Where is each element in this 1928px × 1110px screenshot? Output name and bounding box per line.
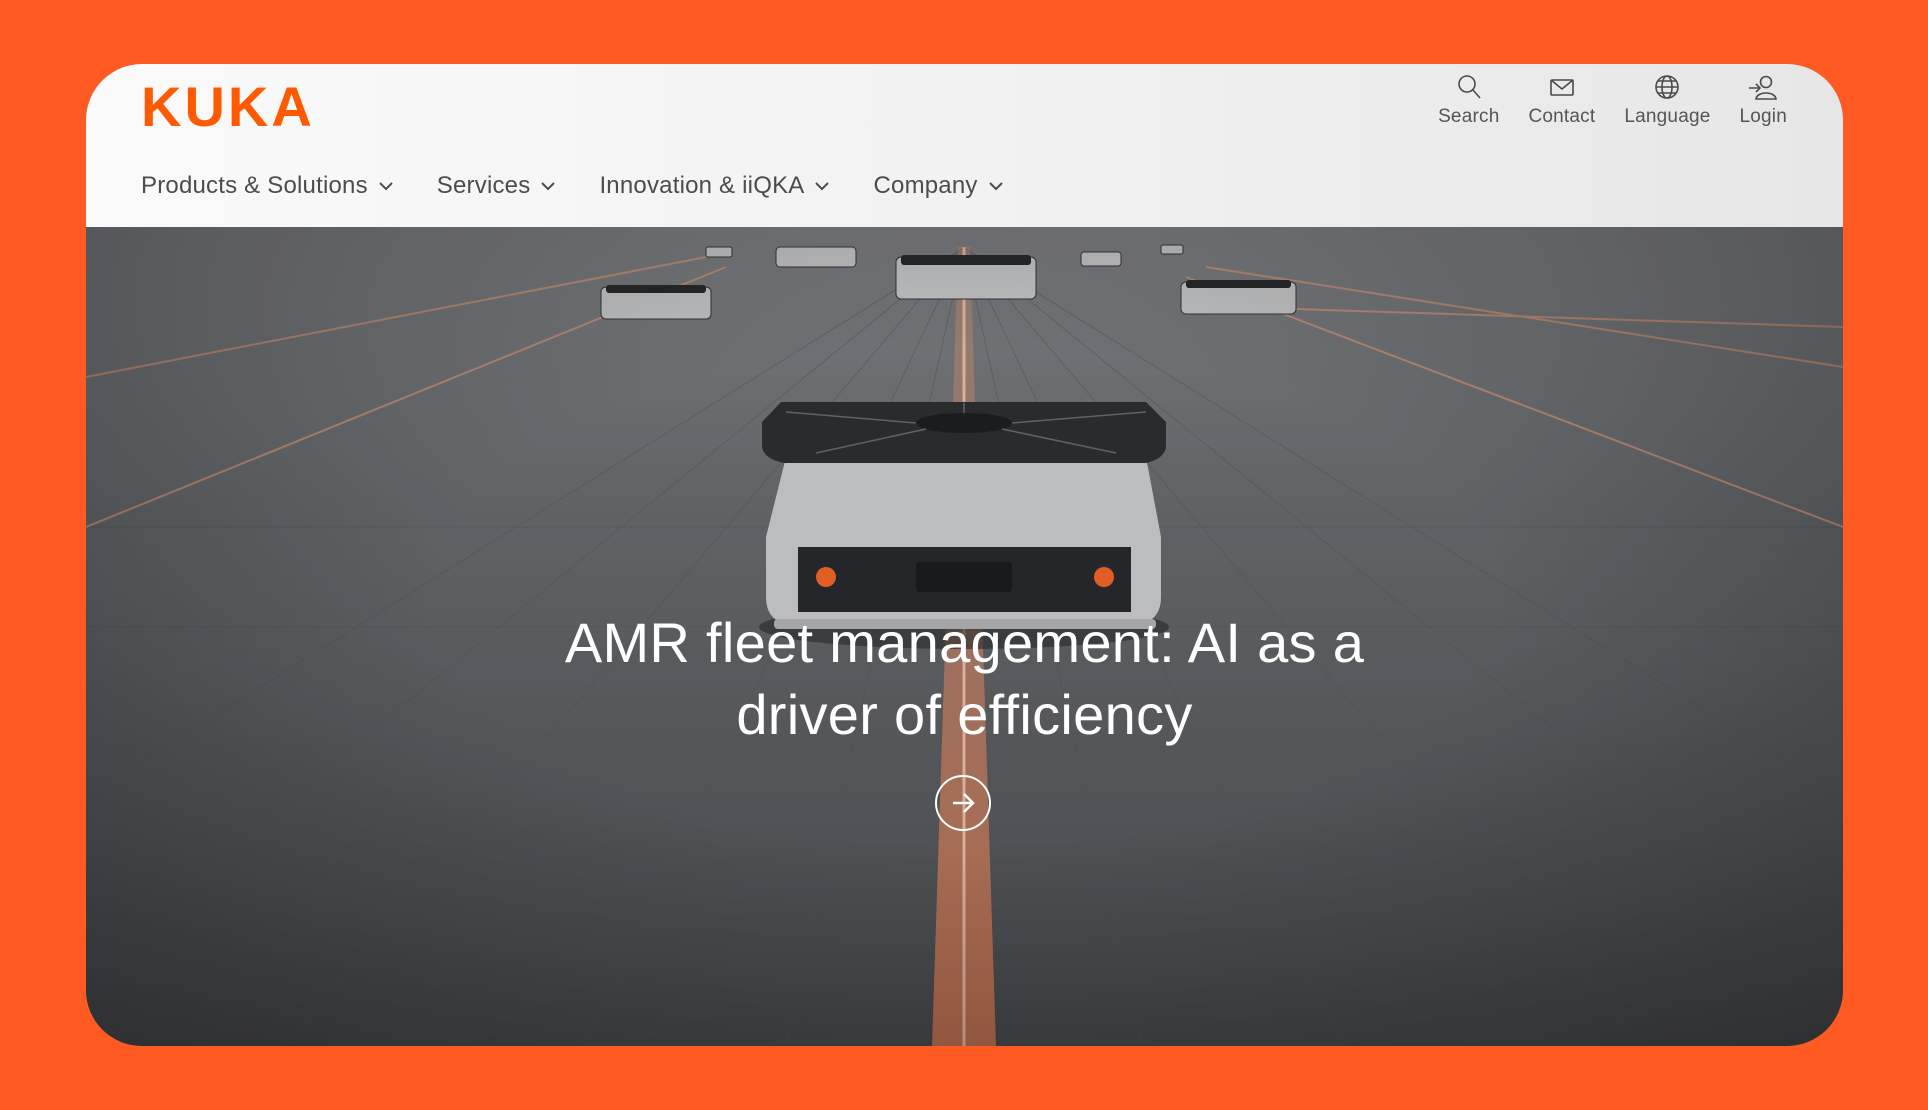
- hero-headline: AMR fleet management: AI as a driver of …: [86, 607, 1843, 751]
- utility-nav: Search Contact Language Login: [1409, 72, 1787, 128]
- globe-icon: [1655, 75, 1680, 99]
- nav-products-solutions-label: Products & Solutions: [141, 172, 368, 199]
- hero-cta-button[interactable]: [935, 775, 991, 831]
- search-label: Search: [1438, 106, 1500, 127]
- nav-services[interactable]: Services: [437, 172, 559, 200]
- language-button[interactable]: Language: [1624, 72, 1710, 128]
- nav-innovation-iiqka-label: Innovation & iiQKA: [599, 172, 805, 199]
- search-icon: [1457, 75, 1481, 99]
- login-icon: [1749, 75, 1778, 100]
- nav-company[interactable]: Company: [873, 172, 1005, 200]
- kuka-logo[interactable]: KUKA: [141, 80, 371, 130]
- login-button[interactable]: Login: [1740, 72, 1788, 128]
- nav-services-label: Services: [436, 172, 531, 199]
- hero-headline-line2: driver of efficiency: [736, 683, 1193, 746]
- search-button[interactable]: Search: [1438, 72, 1499, 128]
- site-header: KUKA Search Contact Language Login Produ…: [86, 64, 1843, 227]
- contact-label: Contact: [1528, 106, 1596, 127]
- main-nav: Products & Solutions Services Innovation…: [141, 172, 1047, 200]
- nav-innovation-iiqka[interactable]: Innovation & iiQKA: [599, 172, 832, 200]
- chevron-down-icon: [379, 182, 393, 191]
- contact-button[interactable]: Contact: [1528, 72, 1595, 128]
- hero-banner: AMR fleet management: AI as a driver of …: [86, 227, 1843, 1046]
- chevron-down-icon: [815, 182, 830, 191]
- chevron-down-icon: [988, 182, 1003, 191]
- chevron-down-icon: [541, 182, 556, 191]
- svg-text:KUKA: KUKA: [141, 80, 315, 130]
- mail-icon: [1550, 79, 1574, 96]
- arrow-right-icon: [953, 793, 975, 813]
- language-label: Language: [1624, 106, 1711, 127]
- nav-products-solutions[interactable]: Products & Solutions: [141, 172, 396, 200]
- nav-company-label: Company: [873, 172, 978, 199]
- hero-headline-line1: AMR fleet management: AI as a: [564, 611, 1365, 674]
- login-label: Login: [1739, 106, 1787, 127]
- browser-viewport: KUKA Search Contact Language Login Produ…: [86, 64, 1843, 1046]
